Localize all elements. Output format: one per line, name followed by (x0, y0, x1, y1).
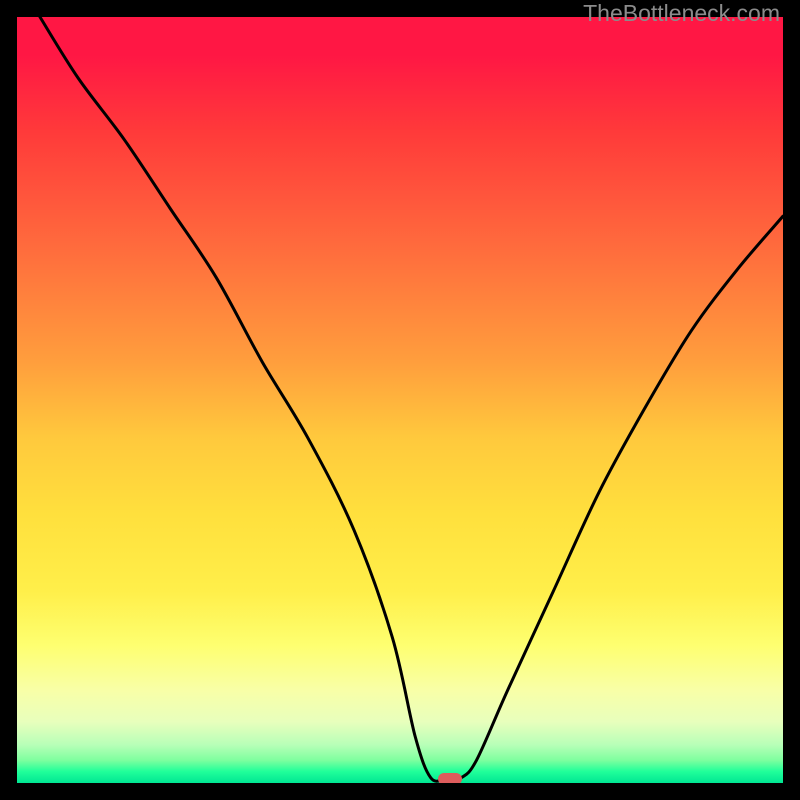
plot-area (17, 17, 783, 783)
chart-frame: TheBottleneck.com (0, 0, 800, 800)
curve-layer (17, 17, 783, 783)
optimal-marker (438, 773, 462, 783)
watermark-text: TheBottleneck.com (583, 0, 780, 27)
bottleneck-curve (40, 17, 783, 781)
